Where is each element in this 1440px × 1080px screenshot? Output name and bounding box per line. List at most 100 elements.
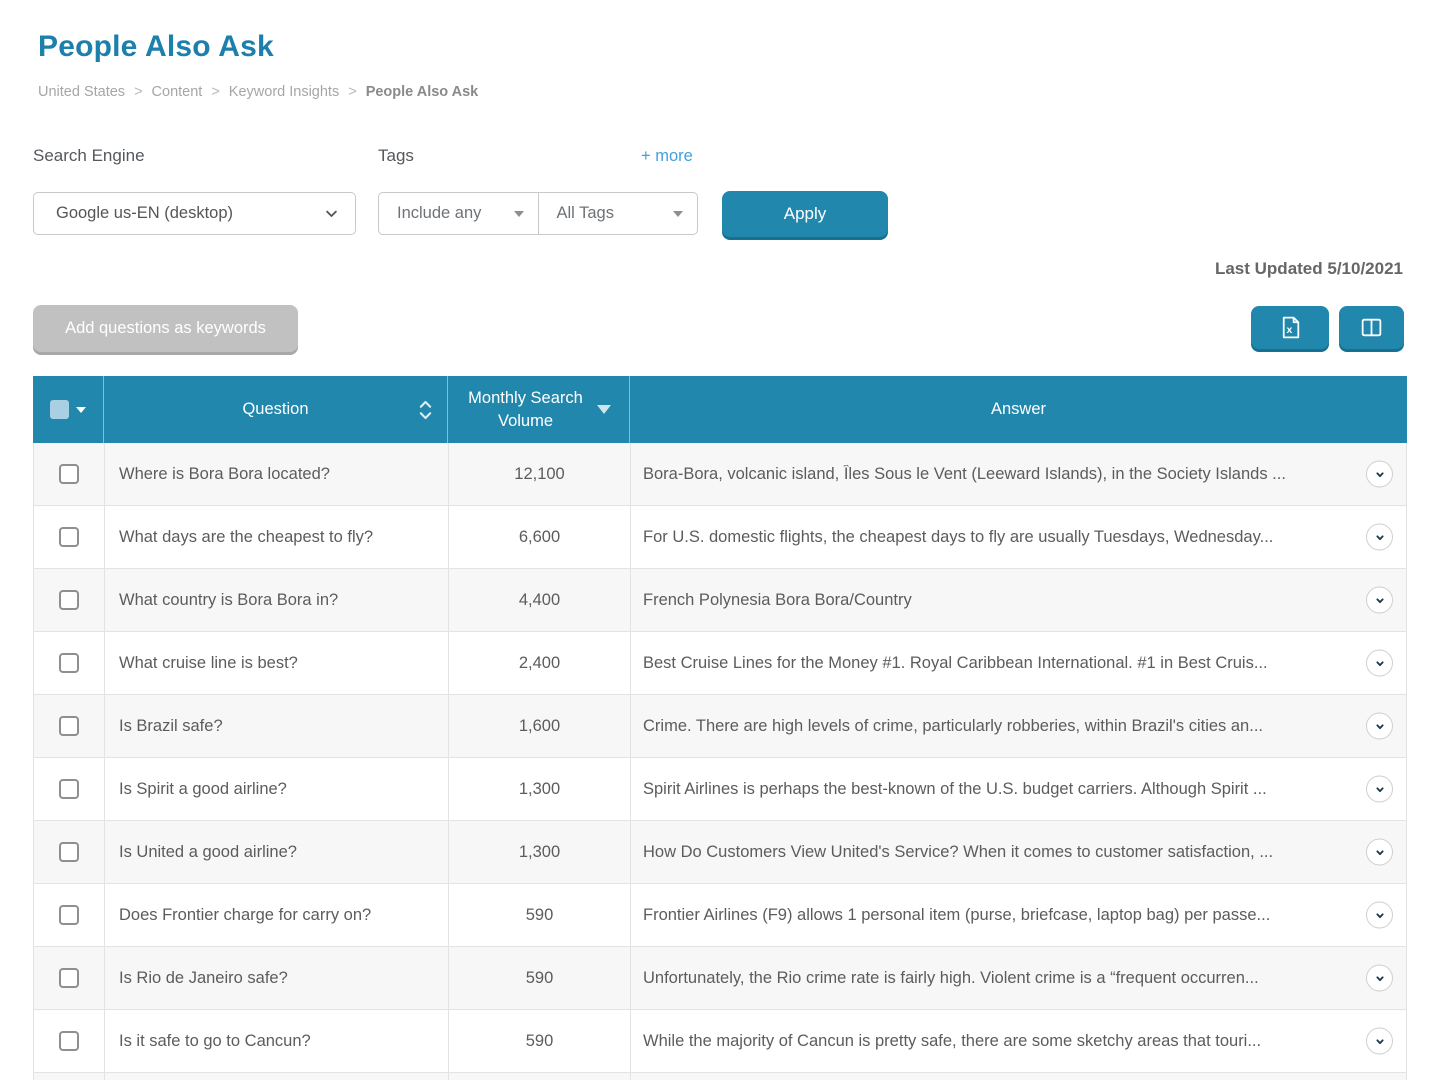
question-cell: Is Brazil safe? (105, 695, 449, 757)
volume-cell: 2,400 (449, 632, 631, 694)
expand-answer-button[interactable] (1366, 713, 1393, 740)
answer-text: Bora-Bora, volcanic island, Îles Sous le… (643, 465, 1286, 484)
expand-answer-button[interactable] (1366, 650, 1393, 677)
table-row: Does Frontier charge for carry on?590Fro… (34, 884, 1407, 947)
volume-cell: 1,600 (449, 695, 631, 757)
answer-text: Unfortunately, the Rio crime rate is fai… (643, 969, 1259, 988)
add-questions-button[interactable]: Add questions as keywords (33, 305, 298, 352)
volume-cell: 1,300 (449, 758, 631, 820)
excel-file-icon: x (1278, 315, 1303, 340)
page: People Also Ask United States > Content > Ke… (0, 0, 1440, 1080)
expand-answer-button[interactable] (1366, 524, 1393, 551)
question-cell: Is it safe to go to Cancun? (105, 1010, 449, 1072)
export-excel-button[interactable]: x (1251, 306, 1329, 349)
answer-cell: Unfortunately, the Rio crime rate is fai… (631, 947, 1407, 1009)
sort-toggle-icon[interactable] (418, 397, 433, 423)
row-checkbox[interactable] (59, 590, 79, 610)
table-row: Is Spirit a good airline?1,300Spirit Air… (34, 758, 1407, 821)
tags-value: All Tags (557, 204, 614, 223)
svg-text:x: x (1286, 325, 1292, 336)
chevron-down-icon (324, 206, 339, 221)
search-engine-value: Google us-EN (desktop) (56, 204, 233, 223)
row-checkbox[interactable] (59, 905, 79, 925)
answer-cell: French Polynesia Bora Bora/Country (631, 569, 1407, 631)
tags-mode-select[interactable]: Include any (379, 193, 539, 234)
table-body: Where is Bora Bora located?12,100 Bora-Bo… (33, 443, 1407, 1073)
table-row-partial (34, 1073, 1407, 1080)
tags-filter: Include any All Tags (378, 192, 698, 235)
select-all-header[interactable] (33, 376, 104, 443)
question-cell: Does Frontier charge for carry on? (105, 884, 449, 946)
expand-answer-button[interactable] (1366, 1028, 1393, 1055)
breadcrumb-item[interactable]: Content (152, 84, 203, 100)
apply-button[interactable]: Apply (722, 191, 888, 237)
sort-descending-icon (597, 405, 611, 414)
volume-column-header[interactable]: Monthly Search Volume (448, 376, 630, 443)
answer-cell: For U.S. domestic flights, the cheapest … (631, 506, 1407, 568)
breadcrumb-item[interactable]: United States (38, 84, 125, 100)
volume-cell: 12,100 (449, 443, 631, 505)
breadcrumb-separator: > (348, 84, 356, 100)
question-column-label: Question (242, 400, 308, 419)
volume-cell: 590 (449, 884, 631, 946)
row-checkbox[interactable] (59, 842, 79, 862)
checkbox-cell (34, 443, 105, 505)
question-column-header[interactable]: Question (104, 376, 448, 443)
question-cell: Is United a good airline? (105, 821, 449, 883)
last-updated: Last Updated 5/10/2021 (1215, 259, 1403, 279)
expand-answer-button[interactable] (1366, 776, 1393, 803)
tags-select[interactable]: All Tags (539, 193, 698, 234)
breadcrumb-separator: > (134, 84, 142, 100)
row-checkbox[interactable] (59, 968, 79, 988)
expand-answer-button[interactable] (1366, 839, 1393, 866)
checkbox-cell (34, 632, 105, 694)
answer-cell: While the majority of Cancun is pretty s… (631, 1010, 1407, 1072)
expand-answer-button[interactable] (1366, 461, 1393, 488)
answer-column-label: Answer (991, 400, 1046, 419)
volume-column-label: Monthly Search Volume (467, 387, 585, 432)
row-checkbox[interactable] (59, 716, 79, 736)
question-cell: What cruise line is best? (105, 632, 449, 694)
volume-cell: 590 (449, 947, 631, 1009)
select-all-checkbox[interactable] (50, 400, 69, 419)
table-row: Is Rio de Janeiro safe?590Unfortunately,… (34, 947, 1407, 1010)
question-cell: Is Spirit a good airline? (105, 758, 449, 820)
row-checkbox[interactable] (59, 527, 79, 547)
caret-down-icon (673, 211, 683, 217)
select-all-caret-icon[interactable] (76, 407, 86, 413)
checkbox-cell (34, 884, 105, 946)
answer-cell: Frontier Airlines (F9) allows 1 personal… (631, 884, 1407, 946)
checkbox-cell (34, 569, 105, 631)
search-engine-select[interactable]: Google us-EN (desktop) (33, 192, 356, 235)
row-checkbox[interactable] (59, 653, 79, 673)
question-cell: Where is Bora Bora located? (105, 443, 449, 505)
expand-answer-button[interactable] (1366, 965, 1393, 992)
answer-column-header: Answer (630, 376, 1407, 443)
column-settings-button[interactable] (1339, 306, 1404, 349)
question-cell: What country is Bora Bora in? (105, 569, 449, 631)
answer-text: Best Cruise Lines for the Money #1. Roya… (643, 654, 1268, 673)
more-link[interactable]: + more (641, 147, 693, 166)
breadcrumb-item[interactable]: Keyword Insights (229, 84, 339, 100)
row-checkbox[interactable] (59, 779, 79, 799)
row-checkbox[interactable] (59, 1031, 79, 1051)
checkbox-cell (34, 947, 105, 1009)
expand-answer-button[interactable] (1366, 587, 1393, 614)
answer-text: French Polynesia Bora Bora/Country (643, 591, 912, 610)
checkbox-cell (34, 695, 105, 757)
tags-mode-value: Include any (397, 204, 481, 223)
page-title: People Also Ask (38, 30, 274, 64)
tags-label: Tags (378, 146, 414, 166)
search-engine-label: Search Engine (33, 146, 145, 166)
answer-cell: Bora-Bora, volcanic island, Îles Sous le… (631, 443, 1407, 505)
answer-text: How Do Customers View United's Service? … (643, 843, 1273, 862)
breadcrumb-item: People Also Ask (366, 84, 479, 100)
expand-answer-button[interactable] (1366, 902, 1393, 929)
table-row: Is it safe to go to Cancun?590While the … (34, 1010, 1407, 1073)
row-checkbox[interactable] (59, 464, 79, 484)
answer-cell: Best Cruise Lines for the Money #1. Roya… (631, 632, 1407, 694)
breadcrumb: United States>Content>Keyword Insights>P… (38, 84, 478, 100)
volume-cell: 6,600 (449, 506, 631, 568)
answer-text: For U.S. domestic flights, the cheapest … (643, 528, 1273, 547)
caret-down-icon (514, 211, 524, 217)
